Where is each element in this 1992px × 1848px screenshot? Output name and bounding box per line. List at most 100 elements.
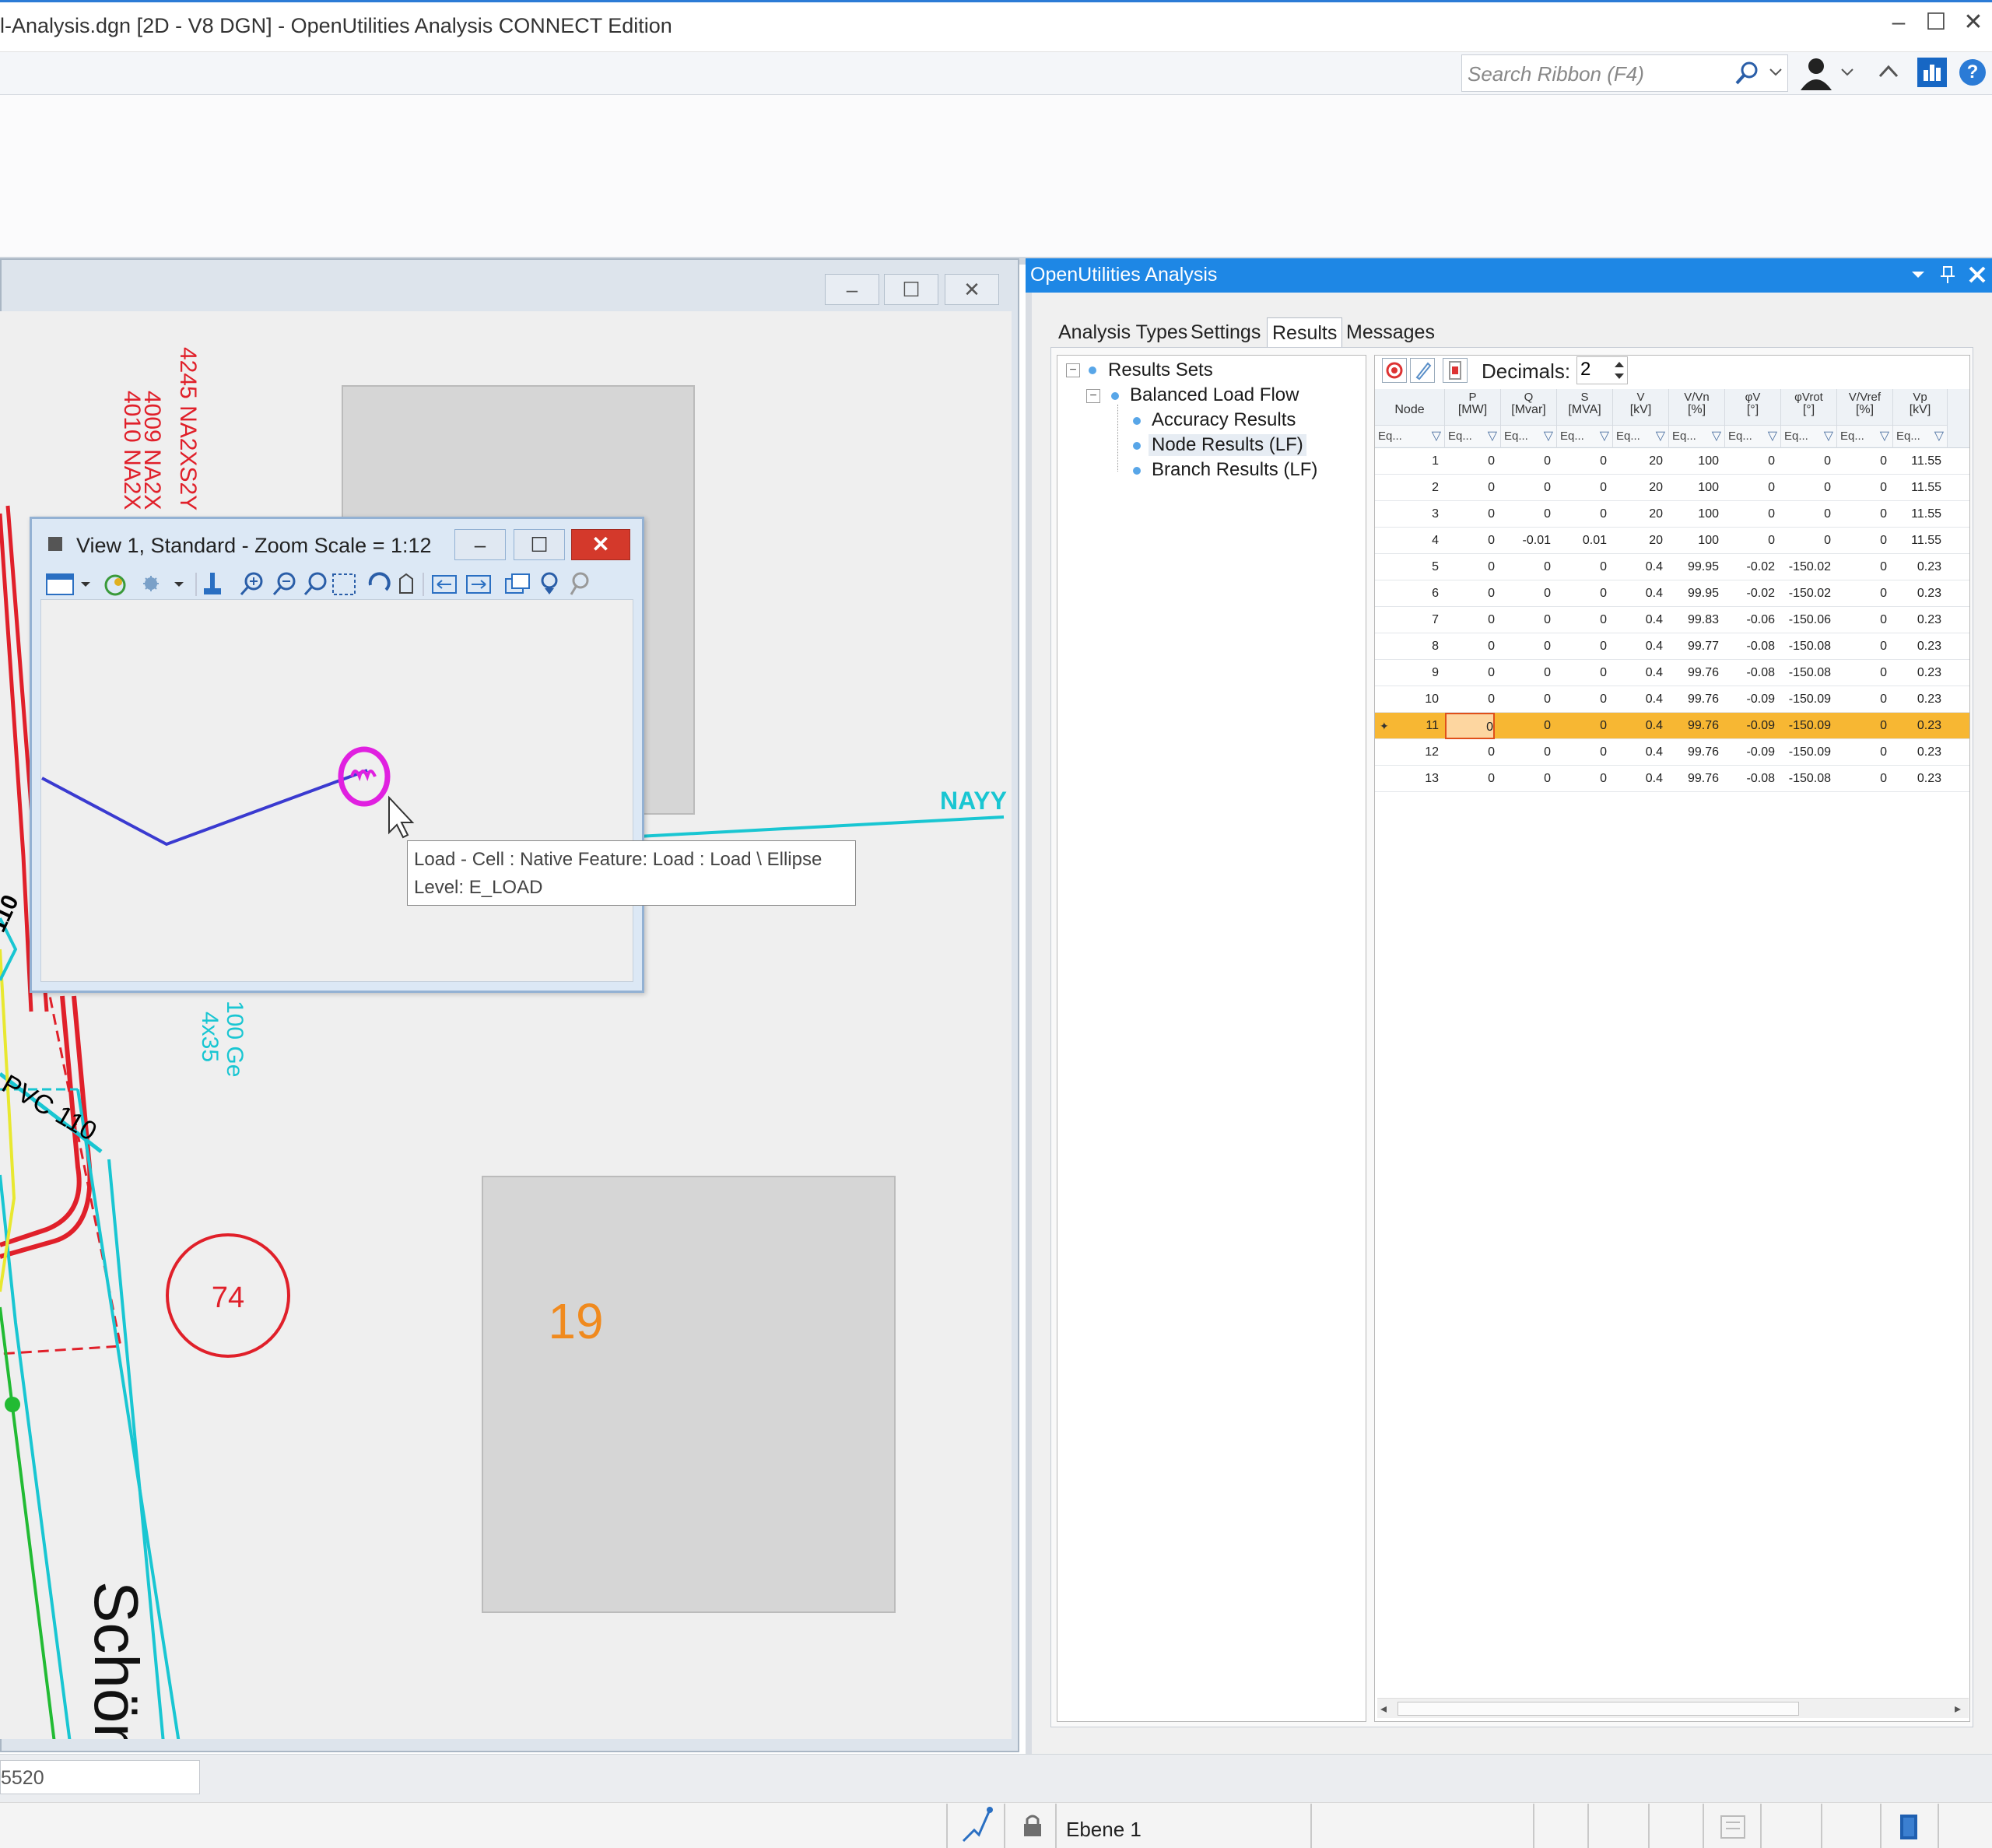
table-cell[interactable]: -150.08 <box>1781 766 1831 792</box>
connect-advisor-icon[interactable] <box>1917 58 1947 87</box>
table-cell[interactable]: 100 <box>1669 528 1719 554</box>
table-cell[interactable]: 0 <box>1725 475 1775 501</box>
table-cell[interactable]: 0.23 <box>1893 607 1941 633</box>
panel-close-icon[interactable] <box>1967 265 1987 285</box>
column-header[interactable]: P [MW] Eq... ▽ <box>1445 389 1501 448</box>
table-cell[interactable]: 0 <box>1501 713 1551 739</box>
column-filter[interactable]: Eq... ▽ <box>1445 425 1500 447</box>
table-cell[interactable]: 0 <box>1837 739 1887 766</box>
table-cell[interactable]: 0.4 <box>1613 739 1663 766</box>
small-view-minimize-button[interactable]: – <box>454 529 506 560</box>
table-row[interactable]: 10 0 0 0 0.4 99.76 -0.09 -150.09 0 0.23 <box>1375 686 1969 713</box>
table-row[interactable]: 9 0 0 0 0.4 99.76 -0.08 -150.08 0 0.23 <box>1375 660 1969 686</box>
panel-menu-chevron-icon[interactable] <box>1910 266 1927 283</box>
filter-operator[interactable]: Eq... <box>1560 430 1584 443</box>
table-cell[interactable]: 0.23 <box>1893 686 1941 713</box>
table-cell[interactable]: 0 <box>1501 739 1551 766</box>
table-cell[interactable]: 0.4 <box>1613 580 1663 607</box>
table-cell[interactable]: 0 <box>1837 580 1887 607</box>
table-cell[interactable]: -0.08 <box>1725 633 1775 660</box>
column-header[interactable]: Vp [kV] Eq... ▽ <box>1893 389 1948 448</box>
coordinate-field[interactable]: 5520 <box>0 1760 200 1794</box>
table-cell[interactable]: 11.55 <box>1893 475 1941 501</box>
table-cell[interactable]: 99.76 <box>1669 686 1719 713</box>
view-settings-icon[interactable] <box>570 572 589 595</box>
column-filter[interactable]: Eq... ▽ <box>1501 425 1556 447</box>
table-cell[interactable]: 0 <box>1837 766 1887 792</box>
table-cell[interactable]: -150.02 <box>1781 580 1831 607</box>
tree-item-results-sets[interactable]: Results Sets <box>1108 359 1213 381</box>
table-cell[interactable]: 0 <box>1837 607 1887 633</box>
grid-horizontal-scrollbar[interactable]: ◂ ▸ <box>1377 1698 1969 1718</box>
tree-collapse-results-sets[interactable]: − <box>1066 363 1080 377</box>
collapse-ribbon-chevron-icon[interactable] <box>1877 62 1900 81</box>
table-cell[interactable]: 0 <box>1837 448 1887 475</box>
table-cell[interactable]: 0.23 <box>1893 633 1941 660</box>
column-filter[interactable]: Eq... ▽ <box>1781 425 1836 447</box>
node-id-cell[interactable]: 1 <box>1375 448 1439 475</box>
help-icon[interactable]: ? <box>1959 59 1986 86</box>
table-cell[interactable]: 0 <box>1557 580 1607 607</box>
table-cell[interactable]: -150.09 <box>1781 713 1831 739</box>
active-level[interactable]: Ebene 1 <box>1066 1818 1142 1842</box>
lights-dropdown-icon[interactable] <box>174 582 184 587</box>
table-cell[interactable]: -0.06 <box>1725 607 1775 633</box>
table-cell[interactable]: 99.76 <box>1669 766 1719 792</box>
table-cell[interactable]: 100 <box>1669 475 1719 501</box>
table-cell[interactable]: 99.95 <box>1669 554 1719 580</box>
table-cell[interactable]: 0 <box>1781 475 1831 501</box>
small-view-close-button[interactable]: ✕ <box>571 529 630 560</box>
filter-funnel-icon[interactable]: ▽ <box>1656 428 1665 444</box>
table-cell[interactable]: 20 <box>1613 475 1663 501</box>
table-cell[interactable]: 0 <box>1557 448 1607 475</box>
table-cell[interactable]: -150.08 <box>1781 633 1831 660</box>
table-cell[interactable]: -150.09 <box>1781 739 1831 766</box>
tree-item-node-results[interactable]: Node Results (LF) <box>1149 434 1306 456</box>
table-cell[interactable]: -150.02 <box>1781 554 1831 580</box>
node-id-cell[interactable]: 7 <box>1375 607 1439 633</box>
table-cell[interactable]: 0 <box>1557 554 1607 580</box>
filter-funnel-icon[interactable]: ▽ <box>1712 428 1721 444</box>
table-cell[interactable]: 0 <box>1501 475 1551 501</box>
column-header[interactable]: V/Vn [%] Eq... ▽ <box>1669 389 1725 448</box>
view-attributes-dropdown-icon[interactable] <box>81 582 90 587</box>
column-header[interactable]: Node Eq... ▽ <box>1375 389 1445 448</box>
node-id-cell[interactable]: 2 <box>1375 475 1439 501</box>
copy-view-icon[interactable] <box>505 573 530 594</box>
table-cell[interactable]: 0.23 <box>1893 766 1941 792</box>
table-row[interactable]: 13 0 0 0 0.4 99.76 -0.08 -150.08 0 0.23 <box>1375 766 1969 792</box>
table-cell[interactable]: 0 <box>1501 633 1551 660</box>
table-cell[interactable]: 0 <box>1445 739 1495 766</box>
table-cell[interactable]: 0 <box>1557 739 1607 766</box>
table-row[interactable]: 3 0 0 0 20 100 0 0 0 11.55 <box>1375 501 1969 528</box>
lights-icon[interactable] <box>143 576 159 591</box>
column-filter[interactable]: Eq... ▽ <box>1613 425 1668 447</box>
table-cell[interactable]: 0.4 <box>1613 660 1663 686</box>
table-cell[interactable]: 11.55 <box>1893 528 1941 554</box>
table-cell[interactable]: 0 <box>1557 713 1607 739</box>
node-id-cell[interactable]: 11 <box>1375 713 1439 739</box>
column-header[interactable]: S [MVA] Eq... ▽ <box>1557 389 1613 448</box>
node-id-cell[interactable]: 13 <box>1375 766 1439 792</box>
table-row[interactable]: 6 0 0 0 0.4 99.95 -0.02 -150.02 0 0.23 <box>1375 580 1969 607</box>
table-cell[interactable]: 0.23 <box>1893 713 1941 739</box>
table-row[interactable]: 5 0 0 0 0.4 99.95 -0.02 -150.02 0 0.23 <box>1375 554 1969 580</box>
filter-operator[interactable]: Eq... <box>1616 430 1640 443</box>
rotate-view-icon[interactable] <box>368 572 391 591</box>
search-dropdown-chevron-icon[interactable] <box>1768 67 1783 78</box>
table-cell[interactable]: 20 <box>1613 528 1663 554</box>
filter-operator[interactable]: Eq... <box>1896 430 1920 443</box>
snap-mode-icon[interactable] <box>959 1805 994 1846</box>
table-cell[interactable]: 0 <box>1501 448 1551 475</box>
tree-collapse-balanced-load-flow[interactable]: − <box>1086 389 1100 403</box>
table-cell[interactable]: 0 <box>1557 633 1607 660</box>
table-cell[interactable]: 0 <box>1725 448 1775 475</box>
filter-operator[interactable]: Eq... <box>1378 430 1402 443</box>
table-cell[interactable]: 0.23 <box>1893 580 1941 607</box>
green-node[interactable] <box>5 1397 20 1412</box>
scrollbar-thumb[interactable] <box>1398 1702 1799 1716</box>
table-cell[interactable]: 99.77 <box>1669 633 1719 660</box>
table-cell[interactable]: 0 <box>1837 475 1887 501</box>
node-id-cell[interactable]: 5 <box>1375 554 1439 580</box>
table-cell[interactable]: 0 <box>1837 501 1887 528</box>
